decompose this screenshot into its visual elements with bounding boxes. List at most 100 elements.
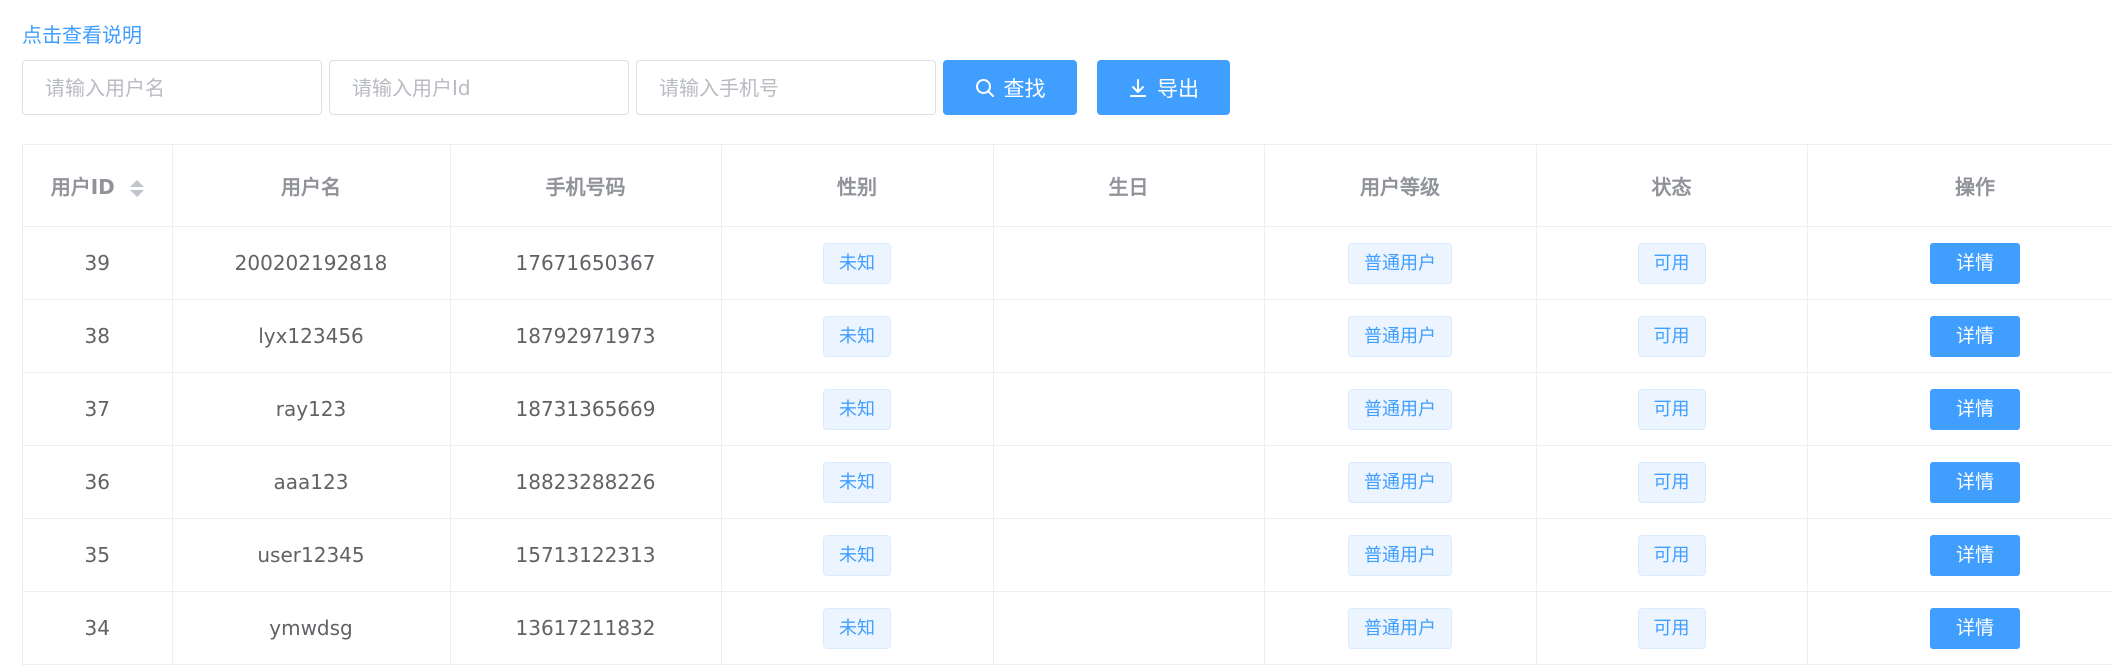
table-row: 36 aaa123 18823288226 未知 普通用户 可用 详情: [23, 445, 2112, 519]
search-button[interactable]: 查找: [943, 60, 1077, 115]
help-link[interactable]: 点击查看说明: [22, 20, 142, 50]
column-header-gender: 性别: [721, 145, 994, 227]
status-tag: 可用: [1637, 607, 1706, 649]
cell-status: 可用: [1536, 372, 1808, 446]
cell-level: 普通用户: [1264, 226, 1537, 300]
table-row: 34 ymwdsg 13617211832 未知 普通用户 可用 详情: [23, 591, 2112, 665]
username-search-input[interactable]: [22, 60, 322, 115]
table-header-row: 用户ID 用户名 手机号码 性别 生日 用户等级 状态 操作: [23, 145, 2112, 227]
gender-tag: 未知: [823, 607, 891, 649]
cell-action: 详情: [1807, 591, 2112, 665]
cell-level: 普通用户: [1264, 591, 1537, 665]
cell-gender: 未知: [721, 299, 994, 373]
level-tag: 普通用户: [1348, 315, 1452, 357]
export-button[interactable]: 导出: [1097, 60, 1230, 115]
search-button-label: 查找: [1003, 76, 1046, 101]
cell-birthday: [993, 445, 1265, 519]
cell-username: user12345: [172, 518, 451, 592]
cell-phone: 18731365669: [450, 372, 722, 446]
detail-button[interactable]: 详情: [1930, 534, 2020, 576]
cell-user-id: 38: [23, 299, 173, 373]
cell-status: 可用: [1536, 299, 1808, 373]
cell-gender: 未知: [721, 445, 994, 519]
cell-birthday: [993, 372, 1265, 446]
cell-phone: 17671650367: [450, 226, 722, 300]
cell-gender: 未知: [721, 591, 994, 665]
detail-button[interactable]: 详情: [1930, 315, 2020, 357]
cell-phone: 15713122313: [450, 518, 722, 592]
gender-tag: 未知: [823, 534, 891, 576]
cell-gender: 未知: [721, 518, 994, 592]
level-tag: 普通用户: [1348, 461, 1452, 503]
cell-status: 可用: [1536, 445, 1808, 519]
cell-gender: 未知: [721, 226, 994, 300]
cell-status: 可用: [1536, 226, 1808, 300]
column-header-action: 操作: [1807, 145, 2112, 227]
cell-birthday: [993, 518, 1265, 592]
cell-gender: 未知: [721, 372, 994, 446]
detail-button[interactable]: 详情: [1930, 242, 2020, 284]
cell-level: 普通用户: [1264, 299, 1537, 373]
cell-user-id: 34: [23, 591, 173, 665]
gender-tag: 未知: [823, 315, 891, 357]
cell-phone: 13617211832: [450, 591, 722, 665]
column-header-phone: 手机号码: [450, 145, 722, 227]
cell-level: 普通用户: [1264, 518, 1537, 592]
userid-search-input[interactable]: [329, 60, 629, 115]
cell-birthday: [993, 299, 1265, 373]
phone-search-input[interactable]: [636, 60, 936, 115]
cell-action: 详情: [1807, 226, 2112, 300]
cell-username: aaa123: [172, 445, 451, 519]
gender-tag: 未知: [823, 242, 891, 284]
level-tag: 普通用户: [1348, 388, 1452, 430]
detail-button[interactable]: 详情: [1930, 461, 2020, 503]
status-tag: 可用: [1637, 461, 1706, 503]
level-tag: 普通用户: [1348, 607, 1452, 649]
cell-action: 详情: [1807, 372, 2112, 446]
cell-user-id: 39: [23, 226, 173, 300]
column-header-id[interactable]: 用户ID: [23, 145, 173, 227]
cell-username: ymwdsg: [172, 591, 451, 665]
column-header-status: 状态: [1536, 145, 1808, 227]
table-row: 35 user12345 15713122313 未知 普通用户 可用 详情: [23, 518, 2112, 592]
export-button-label: 导出: [1157, 76, 1199, 101]
cell-birthday: [993, 226, 1265, 300]
cell-birthday: [993, 591, 1265, 665]
table-row: 39 200202192818 17671650367 未知 普通用户 可用 详…: [23, 226, 2112, 300]
gender-tag: 未知: [823, 461, 891, 503]
cell-user-id: 35: [23, 518, 173, 592]
status-tag: 可用: [1637, 534, 1706, 576]
cell-phone: 18823288226: [450, 445, 722, 519]
cell-action: 详情: [1807, 445, 2112, 519]
cell-action: 详情: [1807, 299, 2112, 373]
search-toolbar: 查找 导出: [22, 60, 1230, 115]
cell-level: 普通用户: [1264, 445, 1537, 519]
cell-user-id: 37: [23, 372, 173, 446]
column-header-username: 用户名: [172, 145, 451, 227]
detail-button[interactable]: 详情: [1930, 607, 2020, 649]
download-icon: [1128, 78, 1148, 98]
cell-level: 普通用户: [1264, 372, 1537, 446]
cell-user-id: 36: [23, 445, 173, 519]
cell-action: 详情: [1807, 518, 2112, 592]
cell-username: lyx123456: [172, 299, 451, 373]
column-header-id-label: 用户ID: [50, 175, 115, 199]
user-table-container: 用户ID 用户名 手机号码 性别 生日 用户等级 状态 操作 39 200202…: [22, 144, 2112, 665]
column-header-birthday: 生日: [993, 145, 1265, 227]
cell-status: 可用: [1536, 591, 1808, 665]
sort-caret-icon[interactable]: [129, 180, 144, 197]
table-row: 37 ray123 18731365669 未知 普通用户 可用 详情: [23, 372, 2112, 446]
status-tag: 可用: [1637, 315, 1706, 357]
status-tag: 可用: [1637, 388, 1706, 430]
search-icon: [975, 78, 995, 98]
gender-tag: 未知: [823, 388, 891, 430]
level-tag: 普通用户: [1348, 534, 1452, 576]
cell-username: ray123: [172, 372, 451, 446]
detail-button[interactable]: 详情: [1930, 388, 2020, 430]
table-row: 38 lyx123456 18792971973 未知 普通用户 可用 详情: [23, 299, 2112, 373]
cell-status: 可用: [1536, 518, 1808, 592]
cell-phone: 18792971973: [450, 299, 722, 373]
cell-username: 200202192818: [172, 226, 451, 300]
column-header-level: 用户等级: [1264, 145, 1537, 227]
status-tag: 可用: [1637, 242, 1706, 284]
